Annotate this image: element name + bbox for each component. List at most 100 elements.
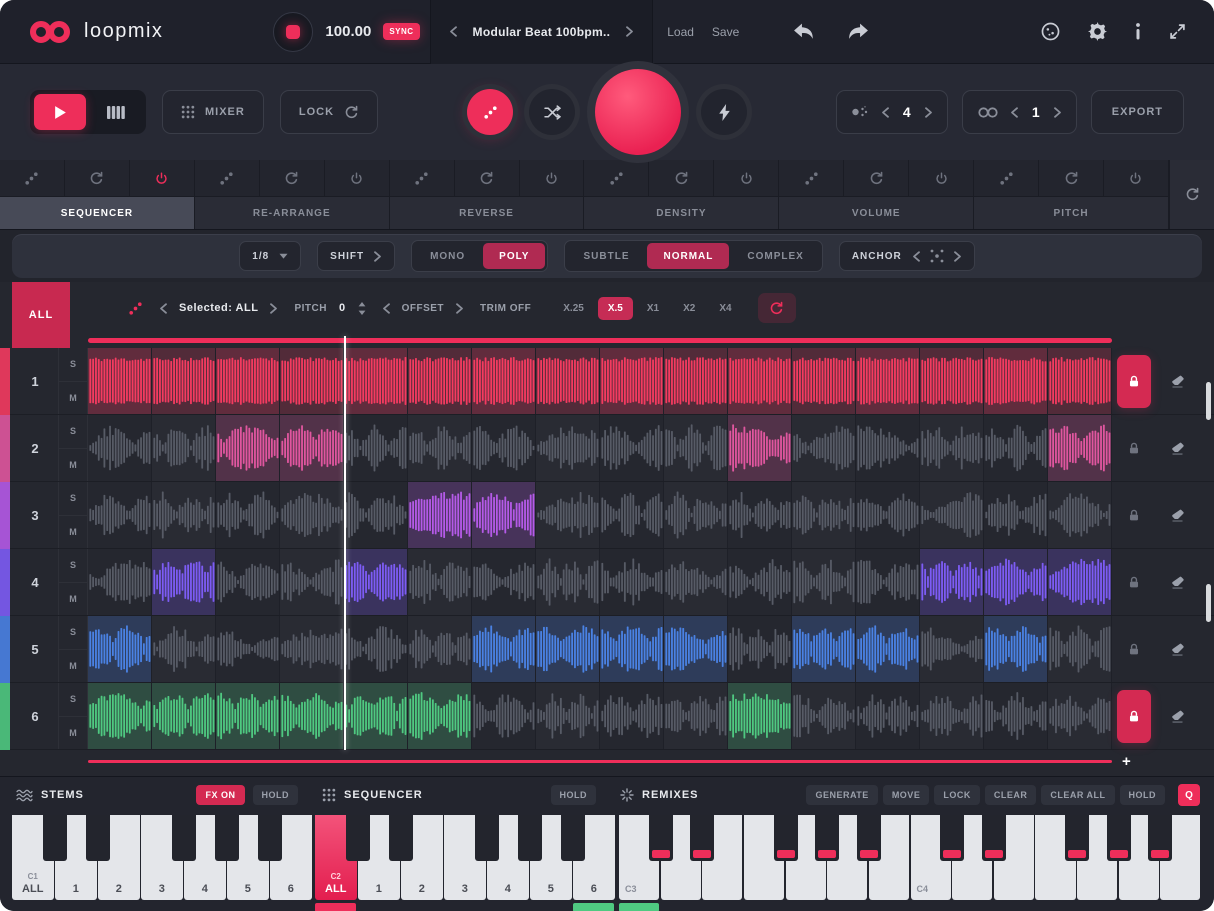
step-cell[interactable] [664, 415, 728, 481]
track-lock-button[interactable] [1117, 422, 1151, 475]
fx-refresh-icon[interactable] [455, 160, 520, 196]
step-cell[interactable] [344, 616, 408, 682]
remix-black-key[interactable] [1107, 815, 1131, 861]
step-cell[interactable] [984, 348, 1048, 414]
sync-badge[interactable]: SYNC [383, 23, 419, 40]
step-cell[interactable] [88, 683, 152, 749]
step-cell[interactable] [216, 616, 280, 682]
track-erase-button[interactable] [1156, 348, 1198, 414]
retrigger-button[interactable] [758, 293, 796, 323]
step-cell[interactable] [344, 683, 408, 749]
fx-on-button[interactable]: FX ON [196, 785, 244, 805]
track-lock-button[interactable] [1117, 489, 1151, 542]
selection-dice-icon[interactable] [128, 301, 143, 316]
selected-prev-icon[interactable] [159, 303, 167, 314]
step-cell[interactable] [472, 415, 536, 481]
info-icon[interactable] [1135, 23, 1141, 40]
step-cell[interactable] [664, 683, 728, 749]
step-cell[interactable] [152, 482, 216, 548]
mute-button[interactable]: M [59, 583, 87, 616]
voice-mode-mono[interactable]: MONO [414, 243, 481, 269]
step-cell[interactable] [600, 415, 664, 481]
solo-button[interactable]: S [59, 415, 87, 449]
cycle-value[interactable]: 1 [1029, 104, 1043, 120]
shift-next-icon[interactable] [374, 251, 382, 262]
step-cell[interactable] [856, 683, 920, 749]
save-button[interactable]: Save [712, 25, 739, 39]
step-cell[interactable] [536, 415, 600, 481]
step-cell[interactable] [536, 616, 600, 682]
speed-x4[interactable]: X4 [709, 297, 741, 320]
step-cell[interactable] [216, 549, 280, 615]
step-cell[interactable] [600, 683, 664, 749]
solo-button[interactable]: S [59, 348, 87, 382]
step-cell[interactable] [88, 348, 152, 414]
fx-refresh-icon[interactable] [260, 160, 325, 196]
step-cell[interactable] [1048, 549, 1112, 615]
mute-button[interactable]: M [59, 717, 87, 750]
step-cell[interactable] [856, 415, 920, 481]
remix-hold-button[interactable]: HOLD [1120, 785, 1166, 805]
play-button[interactable] [34, 94, 86, 130]
step-cell[interactable] [408, 482, 472, 548]
step-cell[interactable] [920, 549, 984, 615]
complexity-normal[interactable]: NORMAL [647, 243, 729, 269]
step-cell[interactable] [216, 348, 280, 414]
step-cell[interactable] [600, 482, 664, 548]
length-value[interactable]: 4 [900, 104, 914, 120]
step-cell[interactable] [344, 482, 408, 548]
bpm-display[interactable]: 100.00 [325, 23, 371, 40]
step-cell[interactable] [984, 482, 1048, 548]
track-lock-button[interactable] [1117, 690, 1151, 743]
fx-refresh-all-button[interactable] [1169, 160, 1214, 229]
step-cell[interactable] [536, 348, 600, 414]
quantize-button[interactable]: Q [1178, 784, 1200, 806]
step-cell[interactable] [216, 482, 280, 548]
step-cell[interactable] [920, 348, 984, 414]
step-cell[interactable] [1048, 415, 1112, 481]
sequencer-black-key[interactable] [518, 815, 542, 861]
step-cell[interactable] [280, 482, 344, 548]
step-cell[interactable] [344, 549, 408, 615]
fx-power-icon[interactable] [325, 160, 390, 196]
speed-x-5[interactable]: X.5 [598, 297, 633, 320]
step-cell[interactable] [152, 549, 216, 615]
redo-button[interactable] [848, 23, 869, 40]
fx-refresh-icon[interactable] [844, 160, 909, 196]
remix-black-key[interactable] [690, 815, 714, 861]
step-cell[interactable] [600, 616, 664, 682]
tab-reverse[interactable]: REVERSE [390, 196, 585, 229]
stems-black-key[interactable] [215, 815, 239, 861]
step-cell[interactable] [728, 683, 792, 749]
step-cell[interactable] [728, 549, 792, 615]
fx-power-icon[interactable] [130, 160, 195, 196]
fx-power-icon[interactable] [909, 160, 974, 196]
selected-next-icon[interactable] [270, 303, 278, 314]
preset-next-icon[interactable] [626, 26, 634, 37]
mute-button[interactable]: M [59, 449, 87, 482]
step-cell[interactable] [152, 683, 216, 749]
step-cell[interactable] [856, 482, 920, 548]
step-cell[interactable] [664, 549, 728, 615]
complexity-complex[interactable]: COMPLEX [731, 243, 819, 269]
stop-button[interactable] [273, 12, 313, 52]
remix-black-key[interactable] [774, 815, 798, 861]
solo-button[interactable]: S [59, 683, 87, 717]
sequencer-black-key[interactable] [561, 815, 585, 861]
step-cell[interactable] [984, 415, 1048, 481]
track-lock-button[interactable] [1117, 556, 1151, 609]
step-cell[interactable] [408, 683, 472, 749]
undo-button[interactable] [793, 23, 814, 40]
step-cell[interactable] [280, 549, 344, 615]
step-cell[interactable] [792, 415, 856, 481]
remix-black-key[interactable] [815, 815, 839, 861]
step-cell[interactable] [472, 482, 536, 548]
randomizer-settings-icon[interactable] [1041, 22, 1060, 41]
keyboard-view-button[interactable] [90, 94, 142, 130]
midi-routing-icon[interactable] [1169, 23, 1186, 40]
step-cell[interactable] [408, 549, 472, 615]
anchor-next-icon[interactable] [954, 251, 962, 262]
step-cell[interactable] [984, 549, 1048, 615]
track-erase-button[interactable] [1156, 549, 1198, 615]
preset-prev-icon[interactable] [449, 26, 457, 37]
